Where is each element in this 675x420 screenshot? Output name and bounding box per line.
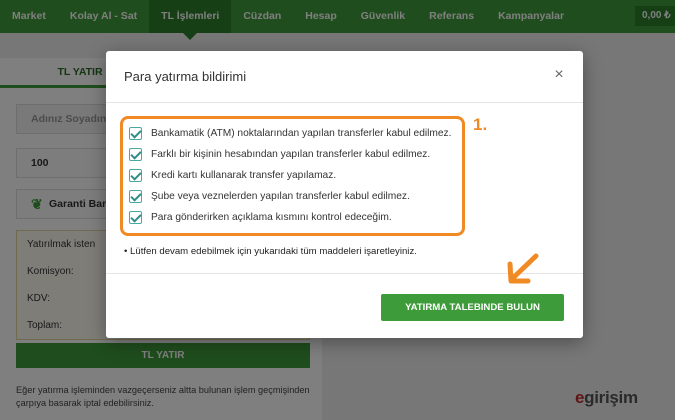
checklist-item[interactable]: Kredi kartı kullanarak transfer yapılama… <box>129 167 336 183</box>
warning-text: • Lütfen devam edebilmek için yukarıdaki… <box>124 246 417 257</box>
submit-deposit-request-button[interactable]: YATIRMA TALEBINDE BULUN <box>381 294 564 321</box>
checklist-item[interactable]: Farklı bir kişinin hesabından yapılan tr… <box>129 146 430 162</box>
checkbox-checked-icon[interactable] <box>129 189 142 203</box>
deposit-notification-modal: Para yatırma bildirimi × Bankamatik (ATM… <box>106 51 583 338</box>
checklist-item[interactable]: Para gönderirken açıklama kısmını kontro… <box>129 209 392 225</box>
checklist-item[interactable]: Bankamatik (ATM) noktalarından yapılan t… <box>129 125 451 141</box>
close-button[interactable]: × <box>549 65 569 85</box>
modal-title: Para yatırma bildirimi <box>124 69 247 84</box>
checkbox-checked-icon[interactable] <box>129 126 142 140</box>
checkbox-checked-icon[interactable] <box>129 168 142 182</box>
checkbox-checked-icon[interactable] <box>129 210 142 224</box>
step-annotation: 1. <box>473 115 488 134</box>
modal-header: Para yatırma bildirimi × <box>106 51 583 103</box>
checkbox-checked-icon[interactable] <box>129 147 142 161</box>
rules-checklist: Bankamatik (ATM) noktalarından yapılan t… <box>120 116 465 236</box>
checklist-item[interactable]: Şube veya veznelerden yapılan transferle… <box>129 188 410 204</box>
arrow-annotation-icon <box>507 253 539 284</box>
